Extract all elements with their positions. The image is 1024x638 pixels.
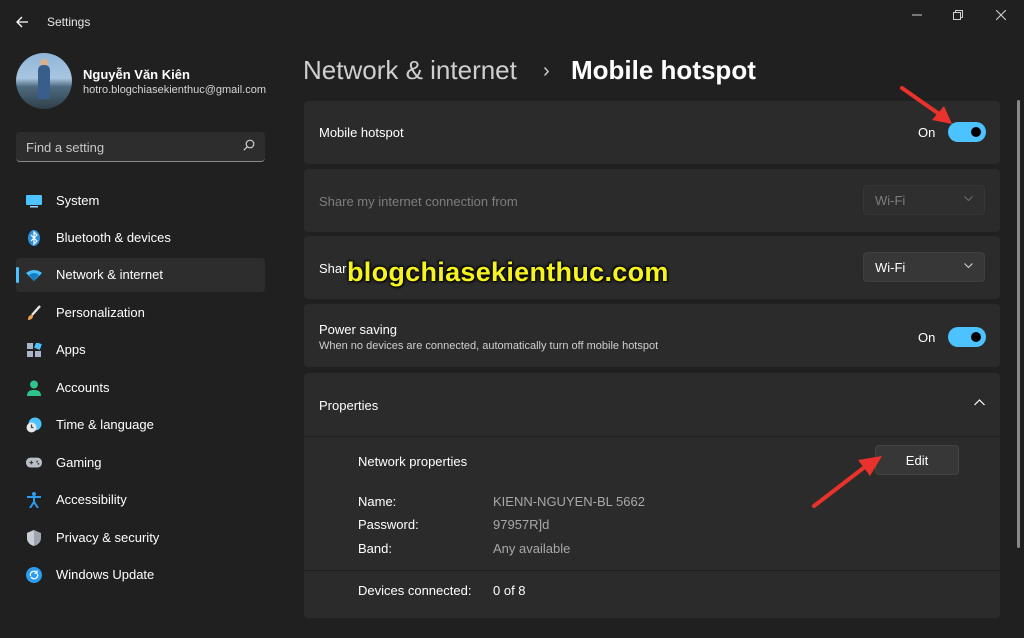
sidebar-item-network[interactable]: Network & internet [16,258,265,292]
back-arrow-icon [16,16,28,28]
apps-icon [26,342,42,358]
prop-password-key: Password: [358,517,419,532]
sidebar-item-time-language[interactable]: Time & language [16,408,265,442]
mobile-hotspot-label: Mobile hotspot [319,125,404,140]
power-saving-label: Power saving [319,322,398,337]
chevron-right-icon: › [543,60,550,82]
share-over-label: Shar [319,261,347,276]
sidebar-item-system[interactable]: System [16,184,265,218]
bluetooth-icon [26,230,42,246]
restore-button[interactable] [938,4,978,26]
person-icon [26,380,42,396]
power-saving-description: When no devices are connected, automatic… [319,340,659,352]
share-over-dropdown[interactable]: Wi-Fi [863,252,985,282]
chevron-up-icon[interactable] [974,397,985,409]
annotation-arrow-icon [898,84,958,128]
sidebar-item-label: Time & language [56,417,154,432]
sidebar-item-apps[interactable]: Apps [16,333,265,367]
sidebar-item-label: System [56,193,100,208]
scrollbar[interactable] [1017,100,1020,548]
prop-name-value: KIENN-NGUYEN-BL 5662 [493,494,645,509]
sidebar-item-label: Gaming [56,455,102,470]
avatar[interactable] [16,53,72,109]
share-from-label: Share my internet connection from [319,194,518,209]
search-box[interactable] [16,132,265,162]
sidebar-item-label: Bluetooth & devices [56,230,171,245]
sidebar-item-label: Windows Update [56,567,155,582]
update-icon [26,567,42,583]
sidebar-item-label: Privacy & security [56,530,160,545]
prop-password-value: 97957R]d [493,517,550,532]
brush-icon [26,305,42,321]
wifi-icon [26,267,42,283]
accessibility-icon [26,492,42,508]
divider [304,570,1000,571]
properties-card: Properties Network properties Edit Name:… [304,373,1000,618]
close-button[interactable] [981,4,1021,26]
sidebar-item-accessibility[interactable]: Accessibility [16,483,265,517]
devices-connected-value: 0 of 8 [493,583,526,598]
back-button[interactable] [8,8,36,36]
divider [304,436,1000,437]
search-input[interactable] [16,132,243,162]
close-icon [996,10,1006,20]
sidebar-item-label: Personalization [56,305,145,320]
properties-header[interactable]: Properties [304,373,1000,436]
power-saving-card: Power saving When no devices are connect… [304,304,1000,367]
restore-icon [953,10,963,20]
sidebar-item-personalization[interactable]: Personalization [16,296,265,330]
monitor-icon [26,193,42,209]
sidebar-item-bluetooth[interactable]: Bluetooth & devices [16,221,265,255]
search-icon[interactable] [243,139,255,154]
minimize-icon [912,14,922,16]
devices-connected-label: Devices connected: [358,583,472,598]
page-title: Mobile hotspot [571,55,756,85]
chevron-down-icon [964,194,973,204]
title-bar: Settings [0,0,1024,44]
sidebar-item-accounts[interactable]: Accounts [16,371,265,405]
annotation-arrow-icon [808,448,888,512]
prop-band-key: Band: [358,541,392,556]
minimize-button[interactable] [897,4,937,26]
sidebar-item-label: Accessibility [56,492,127,507]
share-from-value: Wi-Fi [875,193,906,208]
sidebar-item-privacy-security[interactable]: Privacy & security [16,521,265,555]
share-from-dropdown[interactable]: Wi-Fi [863,185,985,215]
share-over-value: Wi-Fi [875,260,906,275]
breadcrumb-parent[interactable]: Network & internet [303,55,517,86]
user-name: Nguyễn Văn Kiên [83,67,190,82]
gamepad-icon [26,455,42,471]
sidebar-item-windows-update[interactable]: Windows Update [16,558,265,592]
power-saving-state: On [918,330,936,345]
sidebar-item-gaming[interactable]: Gaming [16,446,265,480]
properties-label: Properties [319,398,379,413]
sidebar-item-label: Apps [56,342,86,357]
chevron-down-icon [964,261,973,271]
active-indicator [16,267,19,283]
watermark: blogchiasekienthuc.com [347,257,669,287]
share-from-card: Share my internet connection from Wi-Fi [304,169,1000,232]
sidebar-item-label: Accounts [56,380,110,395]
sidebar-item-label: Network & internet [56,267,163,282]
network-properties-label: Network properties [358,454,468,469]
prop-name-key: Name: [358,494,397,509]
app-title: Settings [47,15,91,29]
shield-icon [26,530,42,546]
user-email: hotro.blogchiasekienthuc@gmail.com [83,84,266,96]
mobile-hotspot-card: Mobile hotspot On [304,101,1000,164]
prop-band-value: Any available [493,541,571,556]
clock-globe-icon [26,417,42,433]
power-saving-toggle[interactable] [948,327,986,347]
